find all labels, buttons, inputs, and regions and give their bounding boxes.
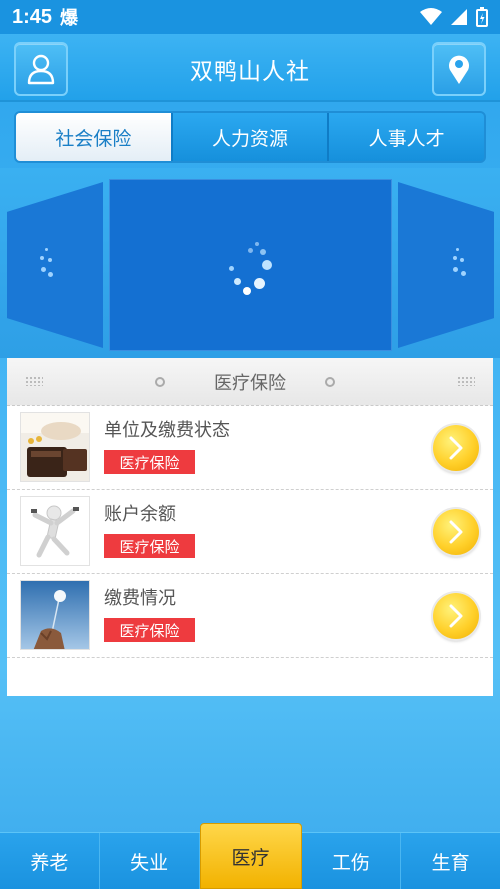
chevron-right-icon: [449, 436, 463, 460]
tab-human-resources[interactable]: 人力资源: [172, 113, 330, 161]
panel-title: 医疗保险: [214, 372, 286, 394]
category-badge: 医疗保险: [104, 534, 195, 558]
carousel-slide-left[interactable]: [7, 182, 103, 348]
app-header: 双鸭山人社: [0, 34, 500, 102]
page-title: 双鸭山人社: [190, 59, 310, 85]
carousel-slide-center[interactable]: [109, 179, 392, 351]
go-arrow-button[interactable]: [433, 509, 479, 555]
tab-personnel-talent[interactable]: 人事人才: [329, 113, 484, 161]
loading-spinner-icon: [450, 248, 470, 282]
wallet-thumbnail: [20, 412, 90, 482]
nav-medical[interactable]: 医疗: [199, 823, 302, 889]
status-icons: [420, 7, 488, 27]
carousel-slide-right[interactable]: [398, 182, 494, 348]
nav-work-injury[interactable]: 工伤: [302, 833, 402, 889]
loading-spinner-icon: [37, 248, 57, 282]
list-item-title: 单位及缴费状态: [104, 420, 230, 441]
list-item-title: 账户余额: [104, 504, 176, 525]
list-item[interactable]: 单位及缴费状态 医疗保险: [7, 406, 493, 490]
location-button[interactable]: [432, 42, 486, 96]
go-arrow-button[interactable]: [433, 425, 479, 471]
status-bar: 1:45 爆: [0, 0, 500, 34]
chevron-right-icon: [449, 604, 463, 628]
medical-insurance-panel: 医疗保险 单位及缴费状态 医疗保险 账户余额 医疗保险 缴费情况 医疗保险: [7, 358, 493, 696]
wifi-icon: [420, 8, 442, 25]
nav-maternity[interactable]: 生育: [401, 833, 500, 889]
chevron-right-icon: [449, 520, 463, 544]
grip-dots-icon: [25, 376, 43, 386]
tab-social-insurance[interactable]: 社会保险: [16, 113, 173, 161]
ring-icon: [325, 377, 335, 387]
figure-thumbnail: [20, 496, 90, 566]
nav-unemployment[interactable]: 失业: [100, 833, 200, 889]
nav-pension[interactable]: 养老: [0, 833, 100, 889]
status-time: 1:45: [12, 5, 53, 28]
battery-icon: [476, 7, 488, 27]
loading-spinner-icon: [224, 240, 274, 300]
panel-header: 医疗保险: [7, 358, 493, 406]
go-arrow-button[interactable]: [433, 593, 479, 639]
ring-icon: [155, 377, 165, 387]
list-item-title: 缴费情况: [104, 588, 176, 609]
location-pin-icon: [449, 55, 469, 84]
grip-dots-icon: [457, 376, 475, 386]
category-tabs: 社会保险 人力资源 人事人才: [14, 111, 486, 163]
signal-icon: [451, 9, 467, 25]
list-item[interactable]: 账户余额 医疗保险: [7, 490, 493, 574]
category-badge: 医疗保险: [104, 450, 195, 474]
list-item[interactable]: 缴费情况 医疗保险: [7, 574, 493, 658]
banner-carousel[interactable]: [0, 168, 500, 358]
dandelion-thumbnail: [20, 580, 90, 650]
status-app-indicator: 爆: [60, 8, 79, 28]
panel-torn-edge: [7, 690, 493, 702]
category-badge: 医疗保险: [104, 618, 195, 642]
bottom-navigation: 养老 失业 医疗 工伤 生育: [0, 823, 500, 889]
